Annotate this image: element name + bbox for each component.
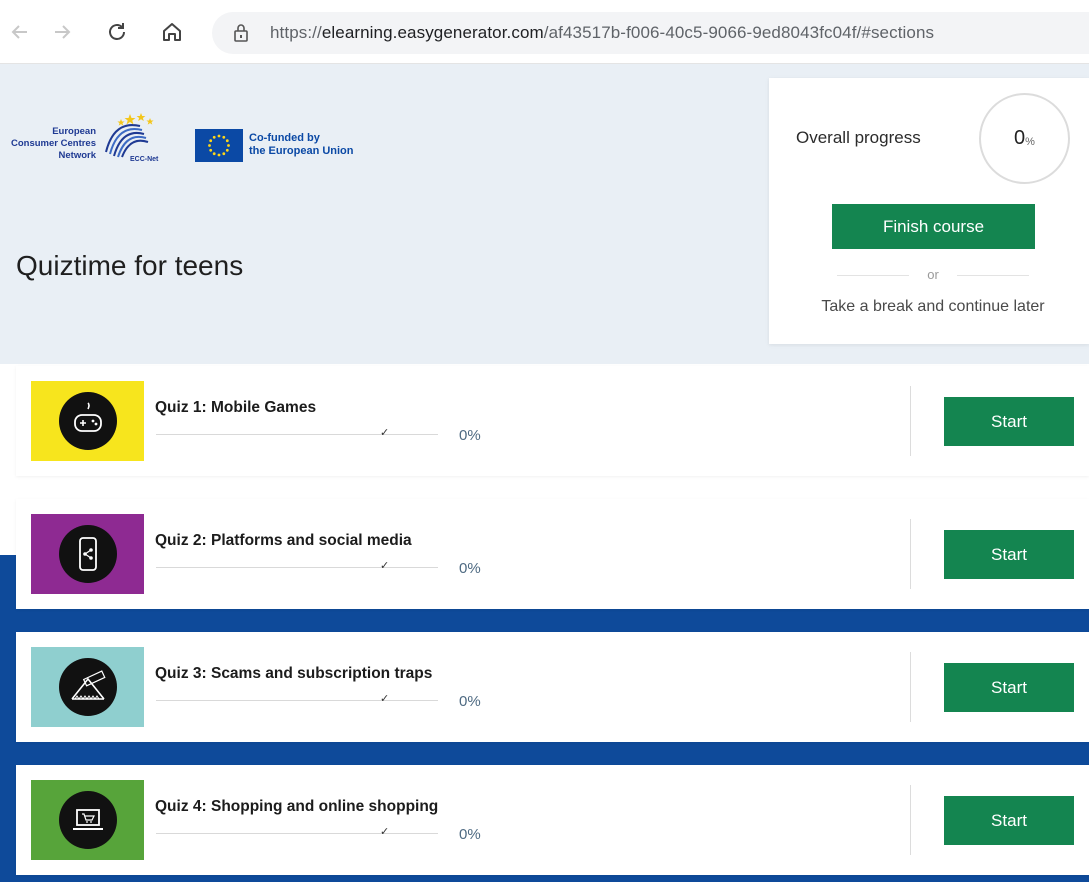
reload-icon bbox=[109, 23, 125, 40]
quiz-progress-bar bbox=[156, 434, 438, 435]
quiz-title: Quiz 2: Platforms and social media bbox=[155, 532, 412, 549]
url-path: /af43517b-f006-40c5-9066-9ed8043fc04f/#s… bbox=[543, 23, 935, 42]
ecc-logo-line: Consumer Centres bbox=[11, 138, 96, 149]
quiz-progress-bar bbox=[156, 700, 438, 701]
quiz-thumbnail bbox=[31, 647, 144, 727]
trap-icon bbox=[70, 670, 106, 700]
ecc-logo-text: European Consumer Centres Network bbox=[11, 126, 96, 162]
eu-cofunded-logo: Co-funded by the European Union bbox=[195, 129, 355, 163]
progress-unit: % bbox=[1025, 135, 1035, 148]
address-bar[interactable]: https://elearning.easygenerator.com/af43… bbox=[212, 12, 1089, 54]
progress-value: 0 bbox=[1014, 127, 1026, 149]
quiz-progress-value: 0% bbox=[459, 826, 481, 843]
home-button[interactable] bbox=[156, 16, 188, 48]
phone-share-icon bbox=[78, 537, 97, 571]
back-button[interactable] bbox=[4, 16, 36, 48]
card-divider bbox=[910, 519, 911, 589]
ecc-swoosh-icon bbox=[105, 113, 154, 158]
overall-progress-label: Overall progress bbox=[796, 128, 921, 147]
forward-button[interactable] bbox=[46, 16, 78, 48]
or-separator: or bbox=[837, 267, 1029, 283]
browser-toolbar: https://elearning.easygenerator.com/af43… bbox=[0, 0, 1089, 64]
quiz-section-card[interactable]: Quiz 1: Mobile Games ✓ 0% Start bbox=[16, 366, 1089, 476]
ecc-logo-line: European bbox=[52, 126, 96, 137]
eu-logo-text: Co-funded by the European Union bbox=[249, 132, 354, 158]
progress-panel: Overall progress 0% Finish course or Tak… bbox=[769, 78, 1089, 344]
card-divider bbox=[910, 785, 911, 855]
eu-logo-line: Co-funded by bbox=[249, 132, 320, 144]
quiz-section-card[interactable]: Quiz 4: Shopping and online shopping ✓ 0… bbox=[16, 765, 1089, 875]
quiz-title: Quiz 3: Scams and subscription traps bbox=[155, 665, 433, 682]
ecc-net-label: ECC-Net bbox=[130, 156, 159, 163]
course-title: Quiztime for teens bbox=[16, 250, 244, 281]
progress-ring: 0% bbox=[979, 93, 1070, 184]
lock-icon bbox=[234, 24, 248, 42]
gamepad-icon bbox=[73, 402, 102, 432]
quiz-title: Quiz 1: Mobile Games bbox=[155, 399, 317, 416]
start-quiz-button[interactable]: Start bbox=[944, 663, 1074, 712]
quiz-progress-bar bbox=[156, 833, 438, 834]
ecc-net-logo: European Consumer Centres Network ECC-Ne… bbox=[10, 112, 160, 166]
quiz-thumbnail bbox=[31, 381, 144, 461]
forward-arrow-icon bbox=[55, 25, 71, 39]
checkmark-icon: ✓ bbox=[380, 826, 390, 838]
quiz-progress-bar bbox=[156, 567, 438, 568]
card-divider bbox=[910, 386, 911, 456]
take-a-break-link[interactable]: Take a break and continue later bbox=[769, 298, 1089, 316]
quiz-section-card[interactable]: Quiz 3: Scams and subscription traps ✓ 0… bbox=[16, 632, 1089, 742]
quiz-progress-value: 0% bbox=[459, 693, 481, 710]
reload-button[interactable] bbox=[101, 16, 133, 48]
card-divider bbox=[910, 652, 911, 722]
quiz-section-card[interactable]: Quiz 2: Platforms and social media ✓ 0% … bbox=[16, 499, 1089, 609]
finish-course-button[interactable]: Finish course bbox=[832, 204, 1035, 249]
eu-logo-line: the European Union bbox=[249, 145, 354, 157]
checkmark-icon: ✓ bbox=[380, 693, 390, 705]
url-host: elearning.easygenerator.com bbox=[321, 23, 544, 42]
checkmark-icon: ✓ bbox=[380, 427, 390, 439]
quiz-progress-value: 0% bbox=[459, 427, 481, 444]
checkmark-icon: ✓ bbox=[380, 560, 390, 572]
back-arrow-icon bbox=[11, 25, 27, 39]
quiz-title: Quiz 4: Shopping and online shopping bbox=[155, 798, 439, 815]
quiz-progress-value: 0% bbox=[459, 560, 481, 577]
url-prefix: https:// bbox=[270, 23, 322, 42]
quiz-thumbnail bbox=[31, 780, 144, 860]
start-quiz-button[interactable]: Start bbox=[944, 796, 1074, 845]
url-text: https://elearning.easygenerator.com/af43… bbox=[270, 23, 934, 43]
home-icon bbox=[163, 23, 181, 41]
laptop-cart-icon bbox=[72, 809, 103, 830]
ecc-logo-line: Network bbox=[58, 150, 96, 161]
quiz-thumbnail bbox=[31, 514, 144, 594]
separator-line bbox=[957, 275, 1029, 276]
eu-flag-icon bbox=[195, 129, 243, 162]
start-quiz-button[interactable]: Start bbox=[944, 530, 1074, 579]
start-quiz-button[interactable]: Start bbox=[944, 397, 1074, 446]
